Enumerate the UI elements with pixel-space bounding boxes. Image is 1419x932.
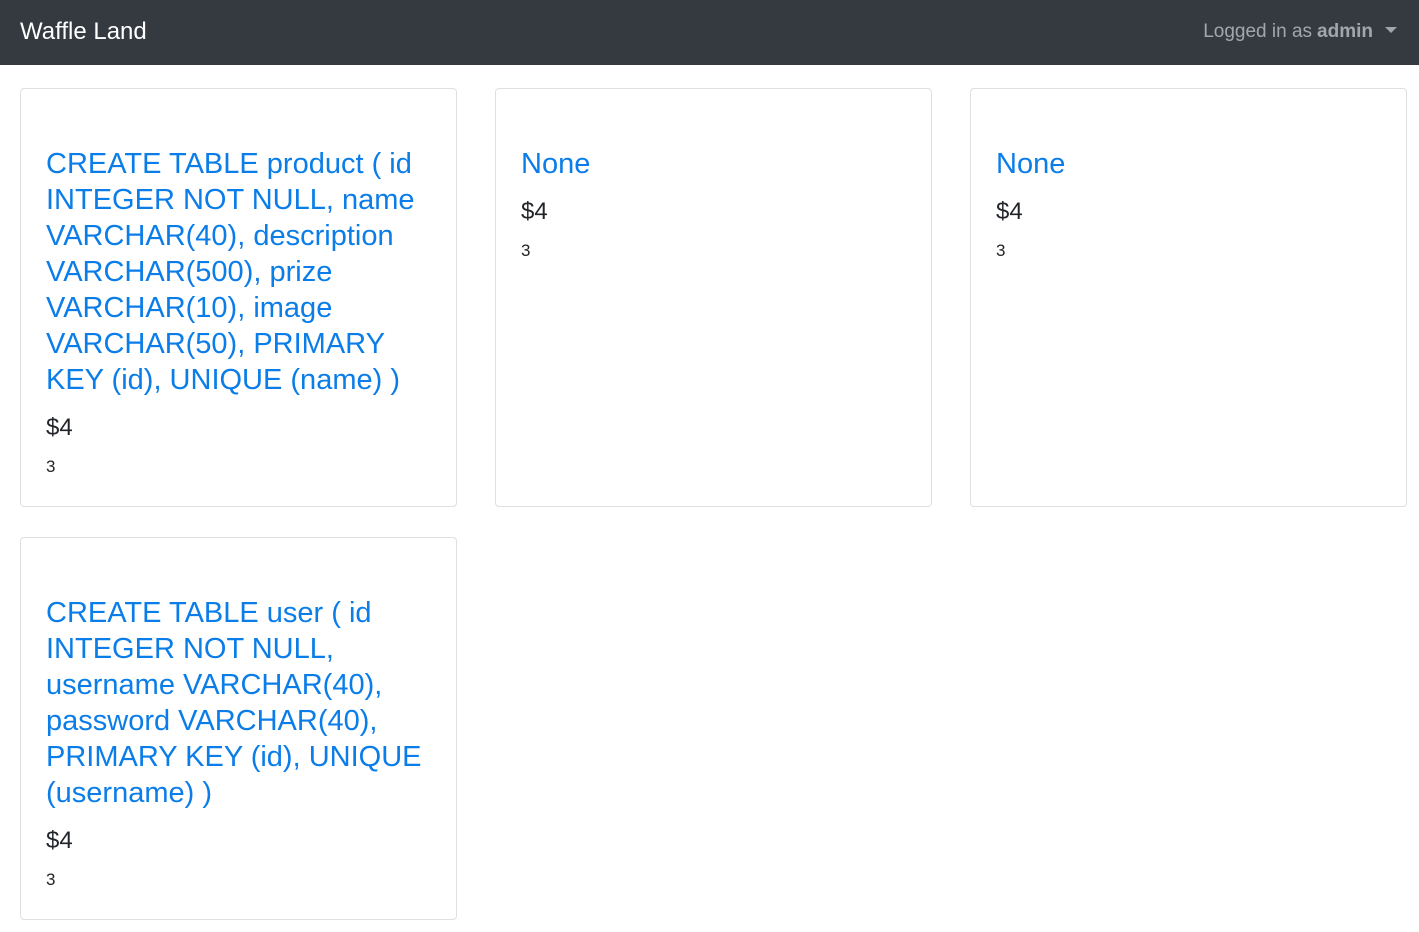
product-price: $4 [46,414,73,441]
product-quantity: 3 [996,241,1006,260]
brand-link[interactable]: Waffle Land [20,17,147,47]
username: admin [1317,21,1373,42]
navbar: Waffle Land Logged in as admin [0,0,1419,65]
product-card: None $4 3 [970,88,1407,507]
product-price: $4 [46,827,73,854]
product-card: None $4 3 [495,88,932,507]
product-quantity: 3 [46,457,56,476]
product-title-link[interactable]: CREATE TABLE product ( id INTEGER NOT NU… [46,146,436,398]
product-quantity: 3 [521,241,531,260]
product-title-link[interactable]: CREATE TABLE user ( id INTEGER NOT NULL,… [46,595,436,811]
user-prefix: Logged in as [1203,21,1313,42]
product-card: CREATE TABLE user ( id INTEGER NOT NULL,… [20,537,457,920]
product-title-link[interactable]: None [996,146,1386,182]
chevron-down-icon [1385,27,1397,33]
user-menu-dropdown[interactable]: Logged in as admin [1203,19,1397,45]
product-price: $4 [521,198,548,225]
product-card: CREATE TABLE product ( id INTEGER NOT NU… [20,88,457,507]
product-title-link[interactable]: None [521,146,911,182]
product-quantity: 3 [46,870,56,889]
product-price: $4 [996,198,1023,225]
